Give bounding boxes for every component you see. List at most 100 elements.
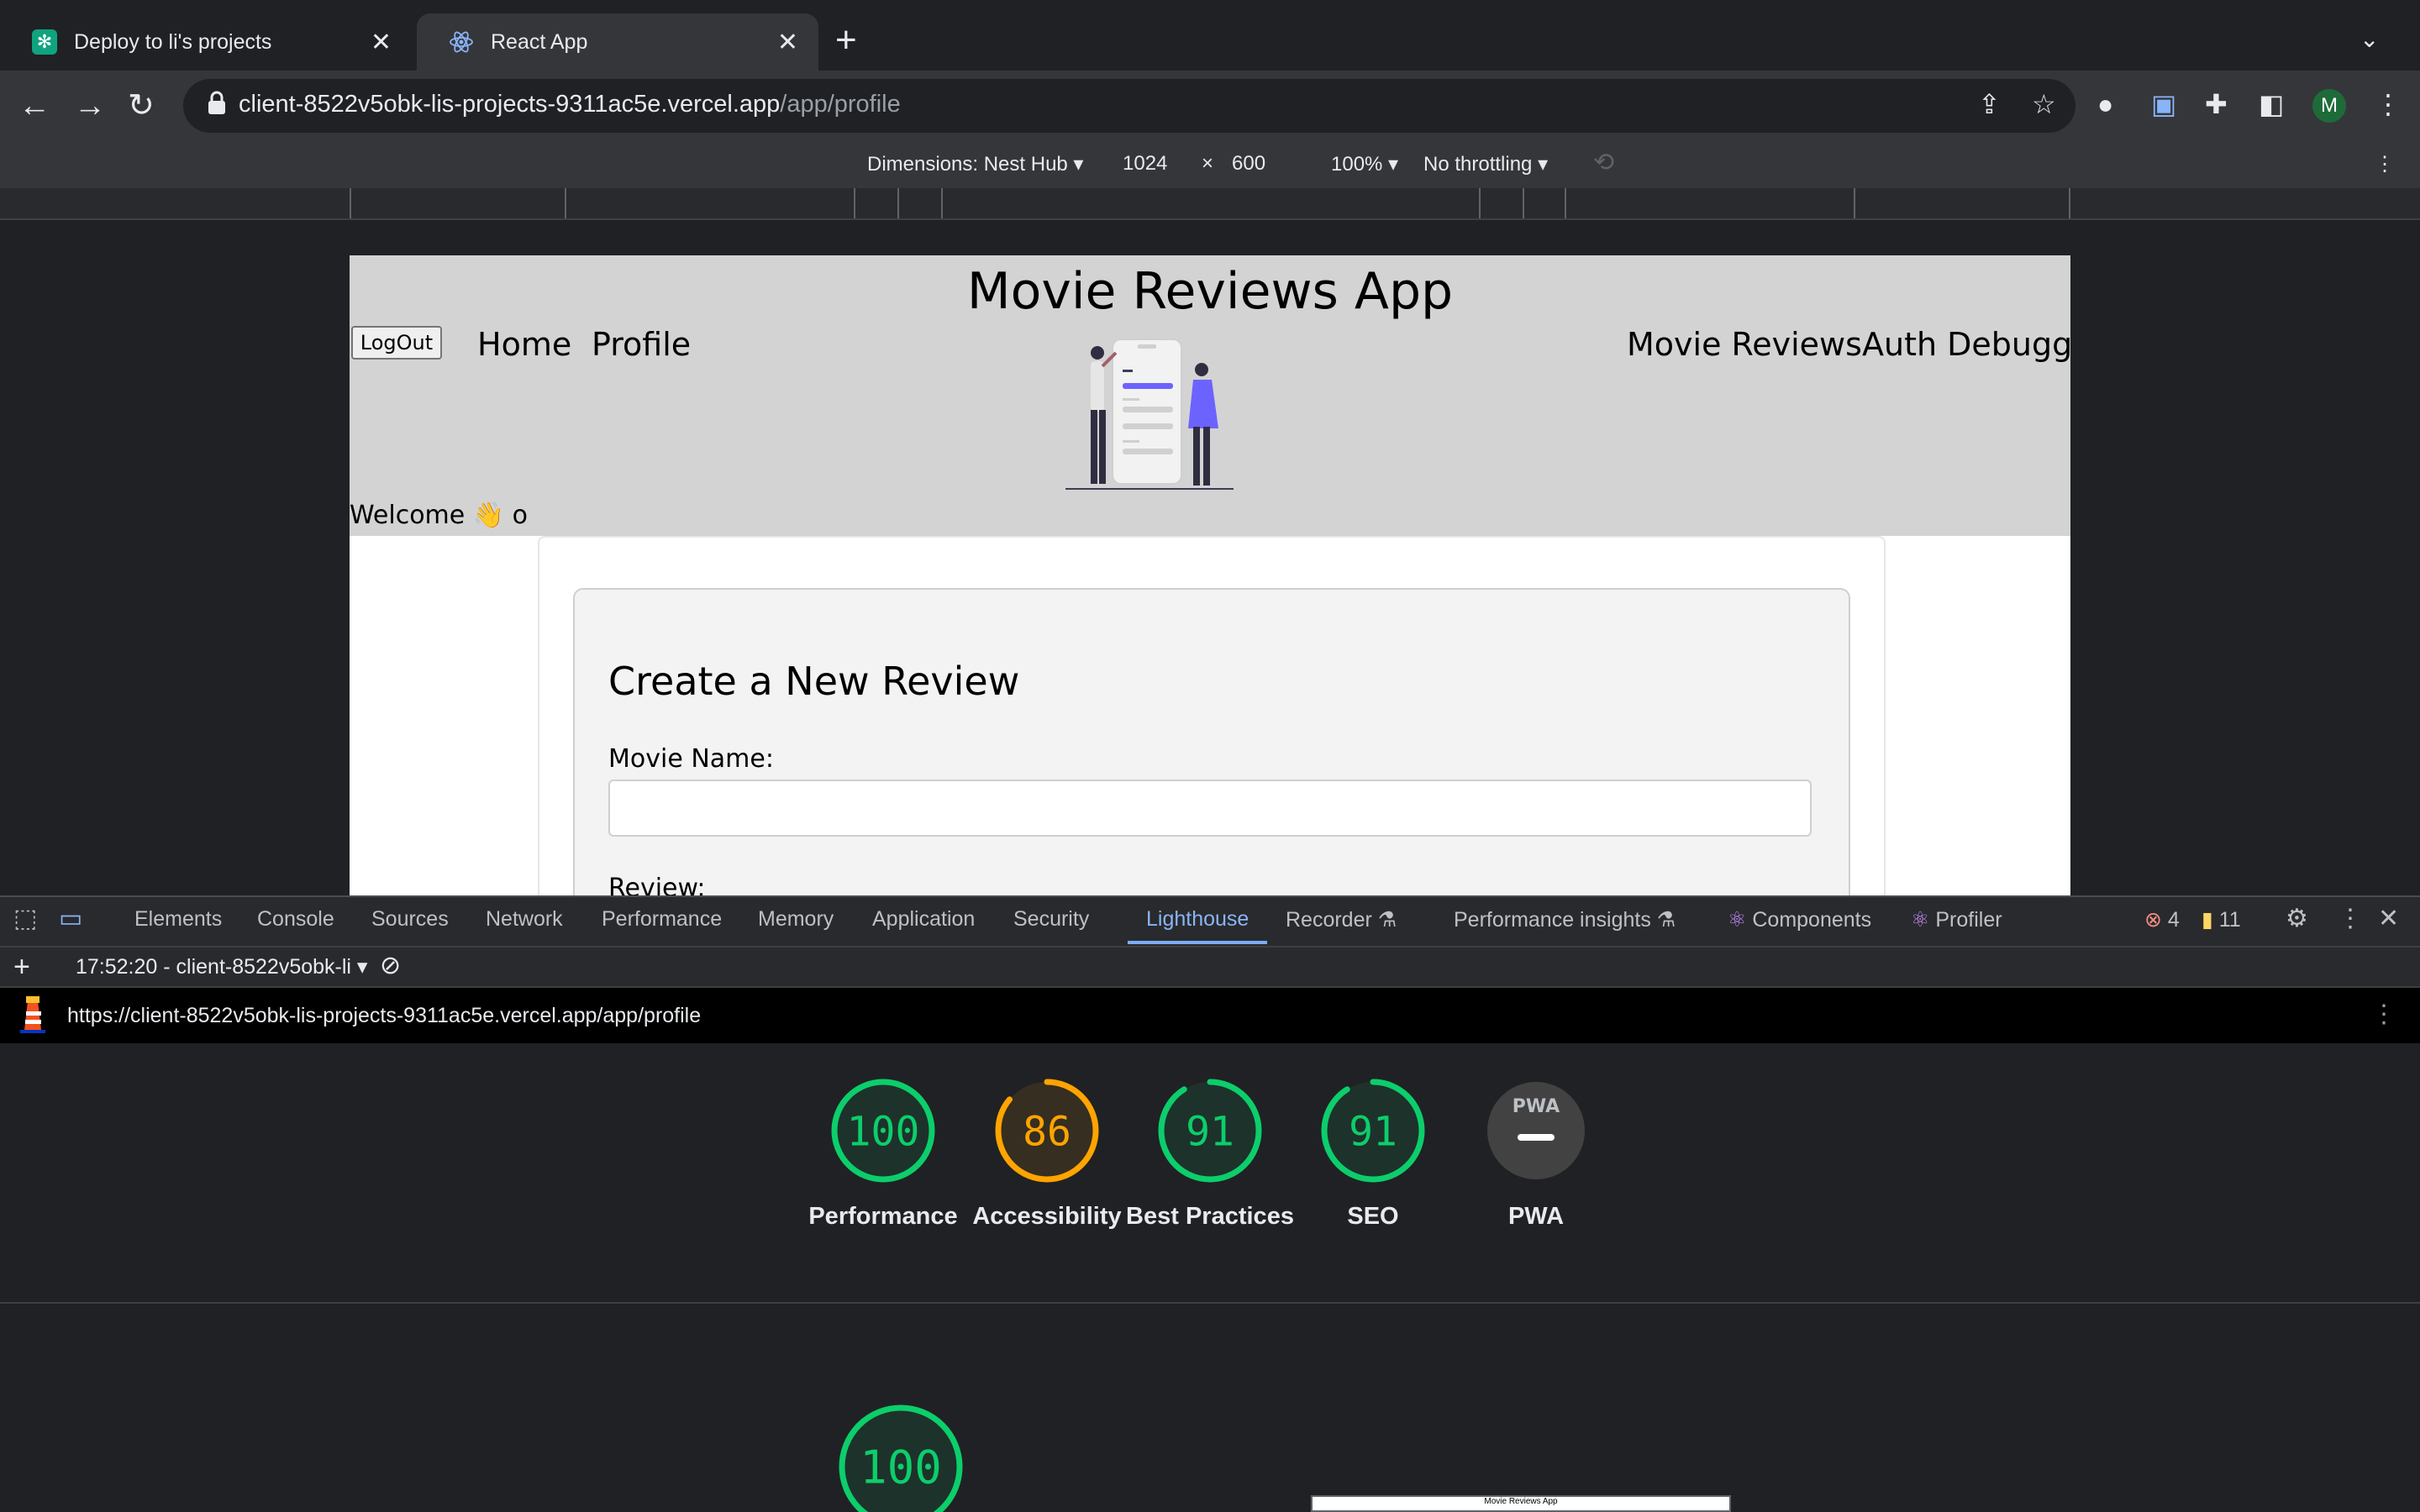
error-icon: ⊗ xyxy=(2144,908,2162,932)
react-icon: ⚛ xyxy=(1911,908,1930,932)
nav-link-auth-debugger[interactable]: Auth Debugger xyxy=(1862,326,2070,363)
devtools-tab-network[interactable]: Network xyxy=(486,907,563,932)
back-icon[interactable]: ← xyxy=(18,86,50,126)
thumbnail-title: Movie Reviews App xyxy=(1484,1497,1558,1506)
review-label: Review: xyxy=(608,874,706,895)
device-toggle-icon[interactable]: ▭ xyxy=(59,904,82,933)
app-title: Movie Reviews App xyxy=(966,262,1454,321)
gauge-accessibility-value: 86 xyxy=(1023,1108,1071,1155)
puzzle-extensions-icon[interactable]: ✚ xyxy=(2205,87,2228,121)
extension-circles-icon[interactable]: ● xyxy=(2097,87,2113,121)
performance-insights-label: Performance insights xyxy=(1454,908,1651,932)
gauge-best-practices-value: 91 xyxy=(1186,1108,1234,1155)
media-query-ruler[interactable] xyxy=(0,188,2420,220)
pwa-badge-icon: PWA xyxy=(1512,1096,1560,1117)
devtools-tab-lighthouse[interactable]: Lighthouse xyxy=(1146,907,1249,932)
device-dimensions-select[interactable]: Dimensions: Nest Hub ▾ xyxy=(867,152,1083,176)
tab-deploy[interactable]: ✻ Deploy to li's projects ✕ xyxy=(0,13,412,71)
devtools-tab-console[interactable]: Console xyxy=(257,907,334,932)
react-icon: ⚛ xyxy=(1728,908,1747,932)
device-name: Dimensions: Nest Hub xyxy=(867,153,1068,176)
rotate-icon[interactable]: ⟲ xyxy=(1593,148,1614,177)
devtools-tab-components[interactable]: ⚛ Components xyxy=(1728,907,1871,932)
ruler-tick xyxy=(1854,188,1855,218)
tab-search-chevron-icon[interactable]: ⌄ xyxy=(2360,25,2379,53)
warning-count-badge[interactable]: ▮ 11 xyxy=(2202,907,2241,932)
side-panel-icon[interactable]: ◧ xyxy=(2259,87,2284,121)
throttling-value: No throttling xyxy=(1423,153,1533,176)
warning-icon: ▮ xyxy=(2202,908,2213,932)
ruler-tick xyxy=(897,188,899,218)
devtools-tab-performance[interactable]: Performance xyxy=(602,907,722,932)
device-width-input[interactable]: 1024 xyxy=(1123,152,1167,176)
lock-icon[interactable] xyxy=(207,91,227,122)
ruler-tick xyxy=(350,188,351,218)
url-path: /app/profile xyxy=(780,91,901,118)
devtools-tab-elements[interactable]: Elements xyxy=(134,907,222,932)
device-height-input[interactable]: 600 xyxy=(1232,152,1265,176)
zoom-value: 100% xyxy=(1331,153,1383,176)
movie-name-input[interactable] xyxy=(608,780,1812,837)
nav-link-movie-reviews[interactable]: Movie Reviews xyxy=(1627,326,1862,363)
close-tab-icon[interactable]: ✕ xyxy=(371,28,392,57)
active-tab-indicator xyxy=(1128,941,1267,944)
gauge-seo-value: 91 xyxy=(1349,1108,1397,1155)
clear-reports-icon[interactable]: ⊘ xyxy=(380,951,401,980)
devtools-menu-icon[interactable]: ⋮ xyxy=(2338,904,2363,933)
warning-count: 11 xyxy=(2218,908,2241,932)
bookmark-star-icon[interactable]: ☆ xyxy=(2032,87,2056,121)
ruler-tick xyxy=(854,188,855,218)
new-report-icon[interactable]: + xyxy=(13,951,30,984)
page-thumbnail[interactable]: Movie Reviews App xyxy=(1311,1495,1731,1512)
url-host: client-8522v5obk-lis-projects-9311ac5e.v… xyxy=(239,91,781,118)
review-form-card xyxy=(573,588,1850,895)
error-count-badge[interactable]: ⊗ 4 xyxy=(2144,907,2180,932)
profile-avatar[interactable]: M xyxy=(2312,89,2346,123)
zoom-select[interactable]: 100% ▾ xyxy=(1331,152,1398,176)
forward-icon[interactable]: → xyxy=(74,86,106,126)
devtools-tab-security[interactable]: Security xyxy=(1013,907,1089,932)
share-icon[interactable]: ⇪ xyxy=(1978,87,2001,121)
ruler-tick xyxy=(2069,188,2070,218)
close-devtools-icon[interactable]: ✕ xyxy=(2378,904,2399,933)
url-text[interactable]: client-8522v5obk-lis-projects-9311ac5e.v… xyxy=(239,91,901,118)
report-selector[interactable]: 17:52:20 - client-8522v5obk-li ▾ xyxy=(76,954,367,979)
experiment-flask-icon: ⚗ xyxy=(1656,908,1676,932)
logout-button[interactable]: LogOut xyxy=(351,326,442,360)
nav-link-profile[interactable]: Profile xyxy=(592,326,691,363)
save-disk-icon[interactable]: ▣ xyxy=(2151,87,2176,121)
devtools-tab-recorder[interactable]: Recorder ⚗ xyxy=(1286,907,1397,932)
report-menu-icon[interactable]: ⋮ xyxy=(2371,1000,2396,1029)
ruler-tick xyxy=(1523,188,1524,218)
lighthouse-logo-icon xyxy=(18,996,47,1037)
new-tab-icon[interactable]: + xyxy=(835,22,857,59)
report-selector-value: 17:52:20 - client-8522v5obk-li xyxy=(76,955,351,979)
tab-title: React App xyxy=(491,29,588,54)
openai-icon: ✻ xyxy=(32,29,57,55)
reload-icon[interactable]: ↻ xyxy=(128,86,155,126)
device-menu-icon[interactable]: ⋮ xyxy=(2375,152,2395,176)
devtools-tab-application[interactable]: Application xyxy=(872,907,975,932)
inspect-element-icon[interactable]: ⬚ xyxy=(13,904,37,933)
form-title: Create a New Review xyxy=(608,659,1020,704)
close-tab-icon[interactable]: ✕ xyxy=(777,28,798,57)
devtools-tab-profiler[interactable]: ⚛ Profiler xyxy=(1911,907,2002,932)
gauge-performance-detail-value: 100 xyxy=(860,1441,942,1494)
browser-menu-icon[interactable]: ⋮ xyxy=(2375,87,2402,121)
report-url[interactable]: https://client-8522v5obk-lis-projects-93… xyxy=(67,1004,701,1028)
dimension-separator: × xyxy=(1202,152,1214,175)
settings-gear-icon[interactable]: ⚙ xyxy=(2286,904,2308,933)
report-divider xyxy=(0,1302,2420,1304)
ruler-tick xyxy=(941,188,943,218)
welcome-text: Welcome 👋 o xyxy=(350,501,529,530)
nav-link-home[interactable]: Home xyxy=(477,326,571,363)
devtools-tab-sources[interactable]: Sources xyxy=(371,907,449,932)
throttling-select[interactable]: No throttling ▾ xyxy=(1423,152,1548,176)
experiment-flask-icon: ⚗ xyxy=(1377,908,1397,932)
gauge-label-performance: Performance xyxy=(808,1203,958,1230)
devtools-tab-memory[interactable]: Memory xyxy=(758,907,834,932)
tab-react-app[interactable]: React App ✕ xyxy=(417,13,818,71)
devtools-tab-performance-insights[interactable]: Performance insights ⚗ xyxy=(1454,907,1676,932)
emulated-viewport: Movie Reviews App LogOut Home Profile Mo… xyxy=(350,255,2070,895)
ruler-tick xyxy=(1479,188,1481,218)
